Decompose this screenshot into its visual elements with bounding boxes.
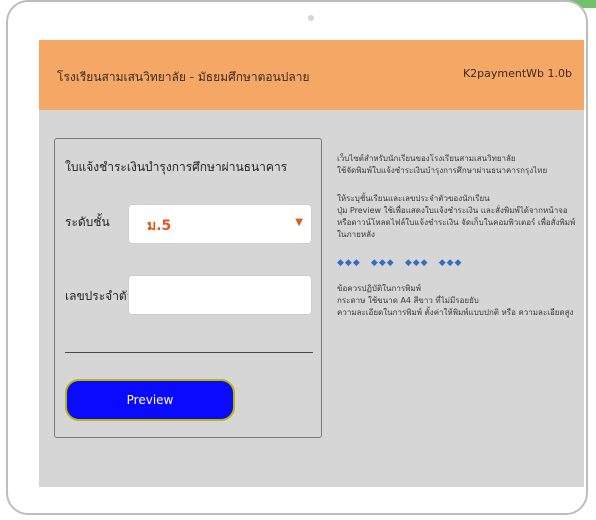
student-id-label: เลขประจำตัว [65,289,134,303]
howto-line-2: ปุ่ม Preview ใช้เพื่อแสดงใบแจ้งชำระเงิน … [337,206,568,215]
link-item[interactable]: ◆◆◆ [371,258,395,268]
print-tip-paper: กระดาษ ใช้ขนาด A4 สีขาว ที่ไม่มีรอยยับ [337,296,479,305]
app-version: K2paymentWb 1.0b [462,67,572,80]
tablet-frame: โรงเรียนสามเสนวิทยาลัย - มัธยมศึกษาตอนปล… [6,0,588,515]
link-item[interactable]: ◆◆◆ [405,258,429,268]
app-screen: โรงเรียนสามเสนวิทยาลัย - มัธยมศึกษาตอนปล… [39,40,584,487]
form-heading: ใบแจ้งชำระเงินบำรุงการศึกษาผ่านธนาคาร [65,160,288,174]
grade-select[interactable]: ม.5 ▼ [128,204,312,244]
header-bar: โรงเรียนสามเสนวิทยาลัย - มัธยมศึกษาตอนปล… [39,40,584,110]
grade-label: ระดับชั้น [65,215,110,229]
howto-line-1: ให้ระบุชั้นเรียนและเลขประจำตัวของนักเรีย… [337,194,490,203]
intro-line-2: ใช้จัดพิมพ์ใบแจ้งชำระเงินบำรุงการศึกษาผ่… [337,166,548,175]
howto-line-3: หรือดาวน์โหลดไฟล์ใบแจ้งชำระเงิน จัดเก็บใ… [337,218,576,239]
link-item[interactable]: ◆◆◆ [439,258,463,268]
print-tips-title: ข้อควรปฏิบัติในการพิมพ์ [337,284,421,293]
school-title: โรงเรียนสามเสนวิทยาลัย - มัธยมศึกษาตอนปล… [57,70,310,84]
link-row: ◆◆◆ ◆◆◆ ◆◆◆ ◆◆◆ [337,257,577,269]
instructions-panel: เว็บไซต์สำหรับนักเรียนของโรงเรียนสามเสนว… [337,153,577,335]
preview-button[interactable]: Preview [65,379,235,421]
form-divider [65,352,313,353]
chevron-down-icon: ▼ [295,217,303,228]
print-tip-quality: ความละเอียดในการพิมพ์ ตั้งค่าให้พิมพ์แบบ… [337,308,574,317]
intro-line-1: เว็บไซต์สำหรับนักเรียนของโรงเรียนสามเสนว… [337,154,516,163]
camera-dot [308,15,314,21]
payment-form: ใบแจ้งชำระเงินบำรุงการศึกษาผ่านธนาคาร ระ… [54,138,322,438]
student-id-input[interactable] [128,275,312,315]
link-item[interactable]: ◆◆◆ [337,258,361,268]
grade-value: ม.5 [147,218,172,234]
